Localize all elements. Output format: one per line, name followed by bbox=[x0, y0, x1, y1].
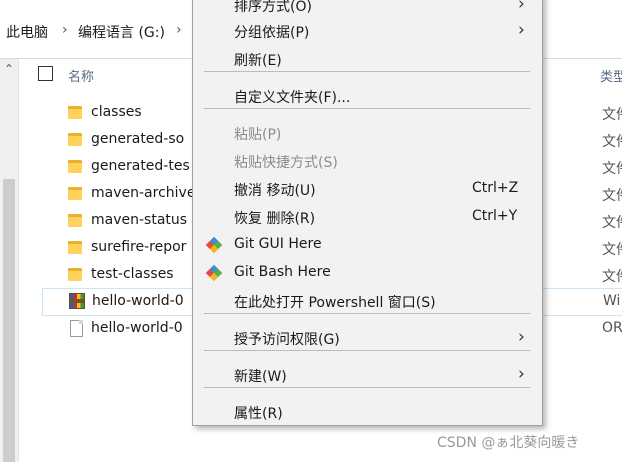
file-type: 文件 bbox=[602, 188, 622, 204]
file-name: generated-so bbox=[91, 131, 185, 147]
folder-icon bbox=[68, 266, 84, 282]
column-header-type[interactable]: 类型 bbox=[600, 66, 622, 85]
menu-separator bbox=[204, 71, 530, 72]
menu-item-label: 粘贴(P) bbox=[234, 127, 282, 143]
file-name: surefire-repor bbox=[91, 239, 187, 255]
breadcrumb-drive-g[interactable]: 编程语言 (G:) bbox=[78, 22, 165, 42]
file-name: hello-world-0 bbox=[92, 293, 184, 309]
menu-item-label: 分组依据(P) bbox=[234, 25, 310, 41]
file-type: OR bbox=[602, 320, 622, 336]
select-all-checkbox[interactable] bbox=[38, 66, 53, 81]
menu-item-refresh[interactable]: 刷新(E) bbox=[193, 46, 542, 72]
menu-item-label: 粘贴快捷方式(S) bbox=[234, 155, 338, 171]
document-icon bbox=[70, 320, 83, 337]
menu-item-shortcut: Ctrl+Z bbox=[472, 180, 519, 196]
breadcrumb-separator[interactable]: › bbox=[176, 22, 182, 38]
chevron-right-icon: › bbox=[518, 0, 525, 14]
git-icon bbox=[205, 236, 223, 254]
menu-item-new[interactable]: 新建(W) › bbox=[193, 362, 542, 388]
folder-icon bbox=[68, 239, 84, 255]
file-name: maven-status bbox=[91, 212, 188, 228]
git-icon bbox=[205, 264, 223, 282]
menu-item-label: Git Bash Here bbox=[234, 264, 331, 280]
menu-item-label: 授予访问权限(G) bbox=[234, 332, 340, 348]
file-type: 文件 bbox=[602, 215, 622, 231]
column-header-name[interactable]: 名称 bbox=[68, 66, 94, 85]
file-name: classes bbox=[91, 104, 142, 120]
navigation-pane-scrollbar[interactable]: ⌃ bbox=[0, 59, 19, 462]
watermark: CSDN @ぁ北葵向暖き bbox=[437, 435, 580, 451]
scrollbar-thumb[interactable] bbox=[3, 179, 15, 462]
menu-item-customize-folder[interactable]: 自定义文件夹(F)... bbox=[193, 83, 542, 109]
breadcrumb-this-pc[interactable]: 此电脑 bbox=[6, 22, 48, 42]
menu-item-shortcut: Ctrl+Y bbox=[472, 208, 518, 224]
menu-item-label: 新建(W) bbox=[234, 369, 287, 385]
folder-icon bbox=[68, 131, 84, 147]
chevron-right-icon: › bbox=[518, 364, 525, 384]
menu-item-redo-delete[interactable]: 恢复 删除(R) Ctrl+Y bbox=[193, 204, 542, 230]
folder-icon bbox=[68, 185, 84, 201]
menu-separator bbox=[204, 350, 530, 351]
breadcrumb-separator[interactable]: › bbox=[62, 22, 68, 38]
menu-item-label: 在此处打开 Powershell 窗口(S) bbox=[234, 295, 436, 311]
menu-item-label: 恢复 删除(R) bbox=[234, 211, 316, 227]
file-type: 文件 bbox=[602, 161, 622, 177]
menu-separator bbox=[204, 108, 530, 109]
menu-item-sort-by[interactable]: 排序方式(O) › bbox=[193, 0, 542, 18]
menu-separator bbox=[204, 387, 530, 388]
zip-archive-icon bbox=[69, 293, 85, 309]
menu-item-paste[interactable]: 粘贴(P) bbox=[193, 120, 542, 146]
folder-icon bbox=[68, 104, 84, 120]
menu-item-paste-shortcut[interactable]: 粘贴快捷方式(S) bbox=[193, 148, 542, 174]
file-name: test-classes bbox=[91, 266, 174, 282]
menu-item-give-access[interactable]: 授予访问权限(G) › bbox=[193, 325, 542, 351]
file-type: Wi bbox=[603, 293, 621, 309]
file-name: hello-world-0 bbox=[91, 320, 183, 336]
chevron-right-icon: › bbox=[518, 20, 525, 40]
menu-item-label: 属性(R) bbox=[234, 406, 283, 422]
menu-item-undo-move[interactable]: 撤消 移动(U) Ctrl+Z bbox=[193, 176, 542, 202]
folder-icon bbox=[68, 158, 84, 174]
context-menu: 排序方式(O) › 分组依据(P) › 刷新(E) 自定义文件夹(F)... 粘… bbox=[192, 0, 543, 426]
menu-item-label: Git GUI Here bbox=[234, 236, 322, 252]
menu-item-open-powershell[interactable]: 在此处打开 Powershell 窗口(S) bbox=[193, 288, 542, 314]
folder-icon bbox=[68, 212, 84, 228]
menu-item-git-bash-here[interactable]: Git Bash Here bbox=[193, 260, 542, 286]
menu-item-group-by[interactable]: 分组依据(P) › bbox=[193, 18, 542, 44]
file-name: maven-archive bbox=[91, 185, 196, 201]
file-type: 文件 bbox=[602, 242, 622, 258]
menu-item-label: 排序方式(O) bbox=[234, 0, 312, 15]
menu-item-label: 自定义文件夹(F)... bbox=[234, 90, 351, 106]
file-type: 文件 bbox=[602, 269, 622, 285]
file-name: generated-tes bbox=[91, 158, 190, 174]
menu-item-properties[interactable]: 属性(R) bbox=[193, 399, 542, 425]
menu-item-label: 撤消 移动(U) bbox=[234, 183, 316, 199]
file-type: 文件 bbox=[602, 134, 622, 150]
menu-separator bbox=[204, 313, 530, 314]
chevron-right-icon: › bbox=[518, 327, 525, 347]
menu-item-git-gui-here[interactable]: Git GUI Here bbox=[193, 232, 542, 258]
menu-item-label: 刷新(E) bbox=[234, 53, 282, 69]
scroll-up-icon[interactable]: ⌃ bbox=[4, 62, 14, 76]
file-type: 文件 bbox=[602, 107, 622, 123]
